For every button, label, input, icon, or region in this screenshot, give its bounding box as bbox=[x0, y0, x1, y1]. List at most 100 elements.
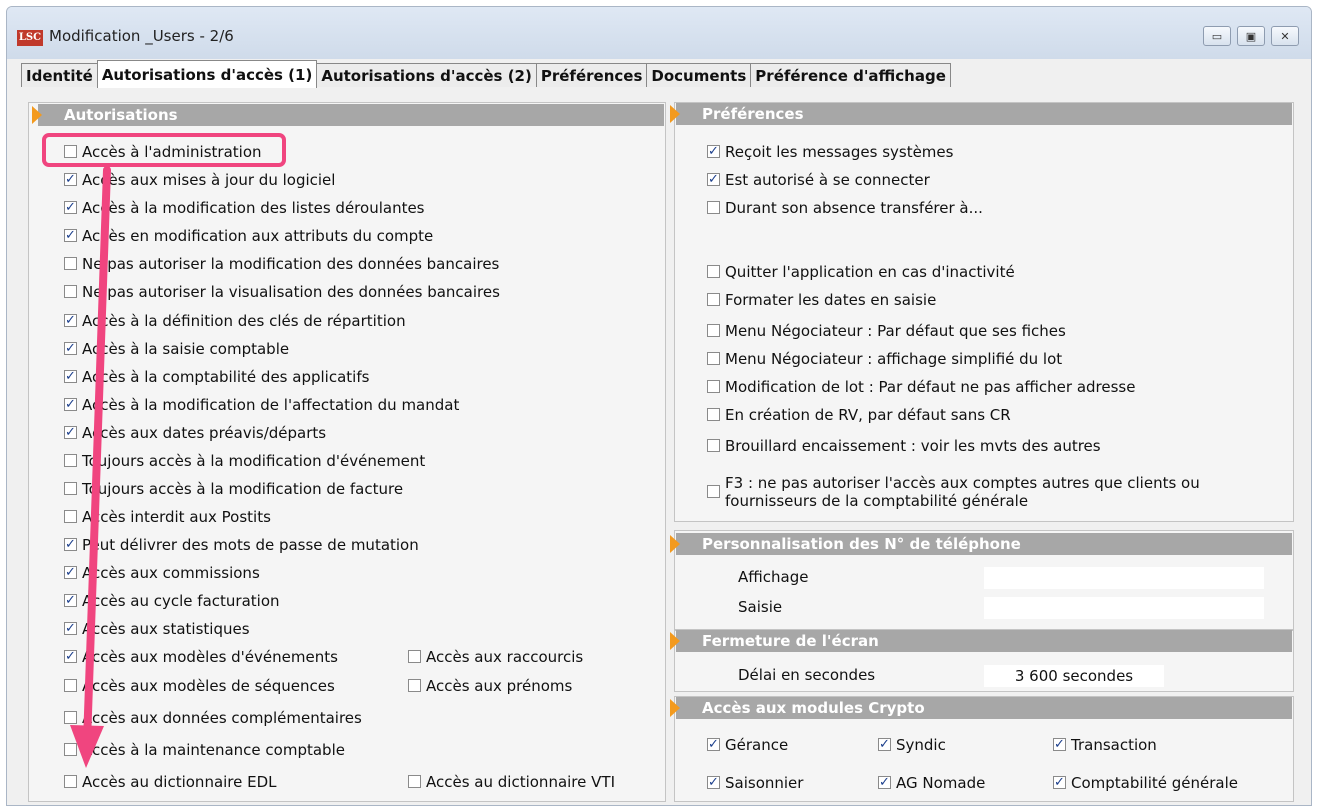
checkbox[interactable] bbox=[64, 592, 77, 610]
checkbox[interactable] bbox=[408, 775, 421, 788]
autorisation-item[interactable]: Accès à la maintenance comptable bbox=[64, 741, 345, 759]
autorisation-item[interactable]: Accès à la définition des clés de répart… bbox=[64, 312, 406, 330]
autorisation-item[interactable]: Accès au dictionnaire EDL bbox=[64, 773, 277, 791]
autorisation-item[interactable]: Accès interdit aux Postits bbox=[64, 508, 271, 526]
autorisation-item[interactable]: Ne pas autoriser la modification des don… bbox=[64, 255, 499, 273]
crypto-module-item[interactable]: AG Nomade bbox=[878, 774, 985, 792]
checkbox[interactable] bbox=[408, 679, 421, 692]
checkbox[interactable] bbox=[707, 352, 720, 365]
preference-item[interactable]: Quitter l'application en cas d'inactivit… bbox=[707, 263, 1015, 281]
tab-identite[interactable]: Identité bbox=[21, 63, 98, 87]
checkbox[interactable] bbox=[1053, 736, 1066, 754]
crypto-module-item[interactable]: Saisonnier bbox=[707, 774, 803, 792]
preference-item[interactable]: En création de RV, par défaut sans CR bbox=[707, 406, 1011, 424]
tab-preferences[interactable]: Préférences bbox=[535, 63, 648, 87]
saisie-field[interactable] bbox=[984, 597, 1264, 619]
checkbox[interactable] bbox=[64, 620, 77, 638]
checkbox[interactable] bbox=[64, 648, 77, 666]
checkbox[interactable] bbox=[878, 736, 891, 754]
checkbox-label: Accès à la modification de l'affectation… bbox=[82, 396, 460, 414]
close-button[interactable]: ✕ bbox=[1271, 26, 1299, 46]
checkbox[interactable] bbox=[64, 171, 77, 189]
tab-autorisations-1[interactable]: Autorisations d'accès (1) bbox=[96, 60, 318, 88]
checkbox[interactable] bbox=[64, 424, 77, 442]
checkbox[interactable] bbox=[707, 439, 720, 452]
checkbox[interactable] bbox=[707, 171, 720, 189]
autorisation-item[interactable]: Accès aux données complémentaires bbox=[64, 709, 362, 727]
autorisation-item[interactable]: Accès aux modèles de séquences bbox=[64, 677, 335, 695]
preference-item[interactable]: Brouillard encaissement : voir les mvts … bbox=[707, 437, 1101, 455]
checkbox-label: Accès au dictionnaire VTI bbox=[426, 773, 615, 791]
checkbox[interactable] bbox=[64, 368, 77, 386]
checkbox[interactable] bbox=[64, 743, 77, 756]
checkbox[interactable] bbox=[408, 650, 421, 663]
checkbox[interactable] bbox=[707, 485, 720, 498]
checkbox[interactable] bbox=[707, 380, 720, 393]
autorisation-item[interactable]: Accès aux mises à jour du logiciel bbox=[64, 171, 335, 189]
autorisation-item[interactable]: Ne pas autoriser la visualisation des do… bbox=[64, 283, 500, 301]
tab-preference-affichage[interactable]: Préférence d'affichage bbox=[750, 63, 951, 87]
checkbox[interactable] bbox=[707, 293, 720, 306]
autorisation-side-item[interactable]: Accès aux raccourcis bbox=[408, 648, 583, 666]
checkbox[interactable] bbox=[64, 285, 77, 298]
preference-item[interactable]: Durant son absence transférer à... bbox=[707, 199, 983, 217]
checkbox[interactable] bbox=[64, 510, 77, 523]
checkbox[interactable] bbox=[707, 774, 720, 792]
checkbox[interactable] bbox=[64, 312, 77, 330]
checkbox[interactable] bbox=[64, 536, 77, 554]
autorisation-item[interactable]: Accès au cycle facturation bbox=[64, 592, 280, 610]
autorisation-item[interactable]: Accès à la modification de l'affectation… bbox=[64, 396, 459, 414]
checkbox[interactable] bbox=[64, 482, 77, 495]
autorisation-item[interactable]: Accès à la modification des listes dérou… bbox=[64, 199, 425, 217]
maximize-button[interactable]: ▣ bbox=[1237, 26, 1265, 46]
preference-item[interactable]: Modification de lot : Par défaut ne pas … bbox=[707, 378, 1135, 396]
autorisation-item[interactable]: Toujours accès à la modification de fact… bbox=[64, 480, 403, 498]
crypto-module-item[interactable]: Transaction bbox=[1053, 736, 1157, 754]
checkbox[interactable] bbox=[707, 201, 720, 214]
autorisation-item[interactable]: Accès aux modèles d'événements bbox=[64, 648, 338, 666]
checkbox[interactable] bbox=[707, 265, 720, 278]
tab-documents[interactable]: Documents bbox=[646, 63, 752, 87]
preferences-header: Préférences bbox=[670, 103, 1292, 125]
checkbox[interactable] bbox=[64, 775, 77, 788]
tab-autorisations-2[interactable]: Autorisations d'accès (2) bbox=[316, 63, 537, 87]
minimize-button[interactable]: ▭ bbox=[1203, 26, 1231, 46]
preference-item[interactable]: Reçoit les messages systèmes bbox=[707, 143, 953, 161]
autorisation-item[interactable]: Accès à la saisie comptable bbox=[64, 340, 289, 358]
checkbox[interactable] bbox=[64, 564, 77, 582]
affichage-field[interactable] bbox=[984, 567, 1264, 589]
autorisation-item[interactable]: Accès à la comptabilité des applicatifs bbox=[64, 368, 369, 386]
autorisation-item[interactable]: Accès en modification aux attributs du c… bbox=[64, 227, 433, 245]
checkbox[interactable] bbox=[707, 324, 720, 337]
checkbox[interactable] bbox=[64, 340, 77, 358]
checkbox[interactable] bbox=[64, 227, 77, 245]
checkbox[interactable] bbox=[64, 711, 77, 724]
crypto-module-item[interactable]: Comptabilité générale bbox=[1053, 774, 1238, 792]
preference-item[interactable]: Menu Négociateur : Par défaut que ses fi… bbox=[707, 322, 1066, 340]
checkbox[interactable] bbox=[64, 199, 77, 217]
autorisation-side-item[interactable]: Accès aux prénoms bbox=[408, 677, 572, 695]
checkbox[interactable] bbox=[1053, 774, 1066, 792]
checkbox[interactable] bbox=[64, 257, 77, 270]
checkbox[interactable] bbox=[707, 143, 720, 161]
preference-item[interactable]: F3 : ne pas autoriser l'accès aux compte… bbox=[707, 474, 1200, 510]
crypto-module-item[interactable]: Gérance bbox=[707, 736, 788, 754]
checkbox[interactable] bbox=[707, 408, 720, 421]
checkbox-label: Est autorisé à se connecter bbox=[725, 171, 930, 189]
crypto-module-item[interactable]: Syndic bbox=[878, 736, 946, 754]
checkbox[interactable] bbox=[878, 774, 891, 792]
autorisation-item[interactable]: Toujours accès à la modification d'événe… bbox=[64, 452, 425, 470]
preference-item[interactable]: Est autorisé à se connecter bbox=[707, 171, 930, 189]
autorisation-item[interactable]: Accès aux dates préavis/départs bbox=[64, 424, 326, 442]
autorisation-side-item[interactable]: Accès au dictionnaire VTI bbox=[408, 773, 615, 791]
autorisation-item[interactable]: Peut délivrer des mots de passe de mutat… bbox=[64, 536, 419, 554]
checkbox[interactable] bbox=[64, 679, 77, 692]
preference-item[interactable]: Formater les dates en saisie bbox=[707, 291, 936, 309]
checkbox[interactable] bbox=[64, 396, 77, 414]
preference-item[interactable]: Menu Négociateur : affichage simplifié d… bbox=[707, 350, 1062, 368]
checkbox[interactable] bbox=[64, 454, 77, 467]
checkbox[interactable] bbox=[707, 736, 720, 754]
delai-field[interactable]: 3 600 secondes bbox=[984, 665, 1164, 687]
autorisation-item[interactable]: Accès aux statistiques bbox=[64, 620, 250, 638]
autorisation-item[interactable]: Accès aux commissions bbox=[64, 564, 260, 582]
